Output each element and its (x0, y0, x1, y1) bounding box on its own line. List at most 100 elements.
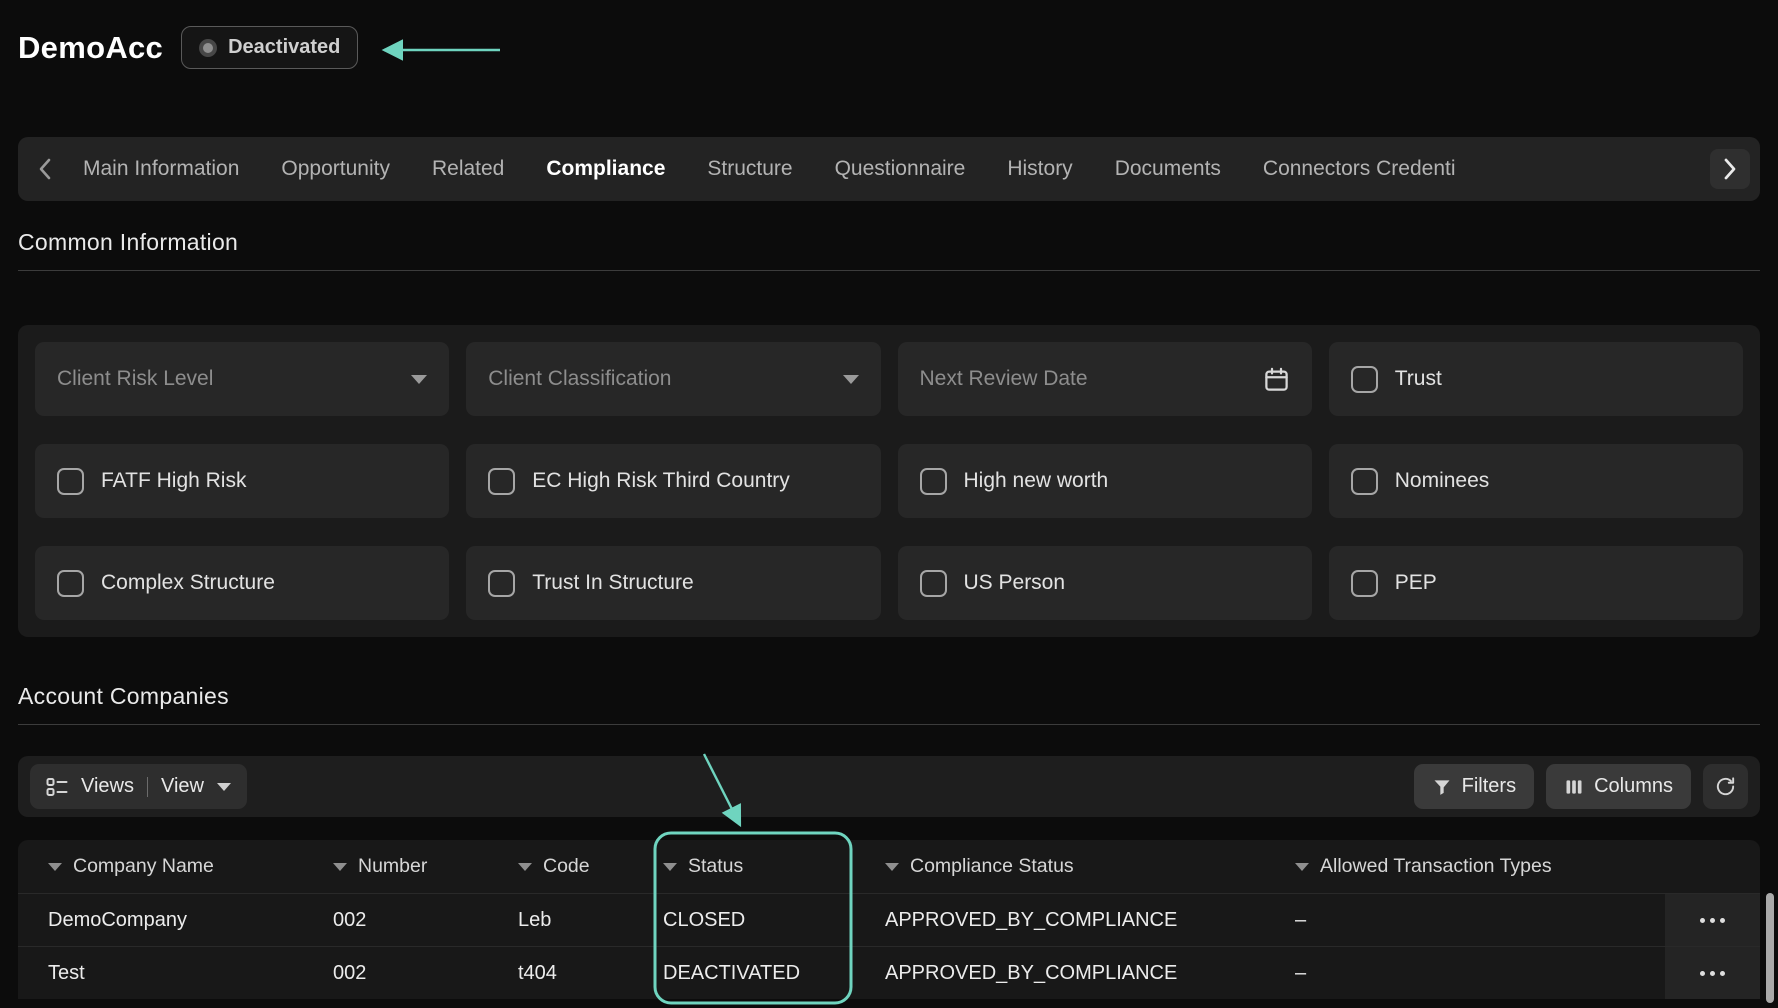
tab-related[interactable]: Related (411, 137, 525, 201)
chevron-down-icon (843, 375, 859, 384)
cell-code: t404 (518, 962, 663, 985)
toolbar-actions: Filters Columns (1414, 764, 1748, 809)
row-actions-menu-button[interactable] (1665, 894, 1760, 946)
checkbox-icon (488, 468, 515, 495)
columns-button[interactable]: Columns (1546, 764, 1691, 809)
refresh-icon (1714, 775, 1737, 798)
checkbox-icon (488, 570, 515, 597)
column-menu-icon[interactable] (518, 863, 532, 871)
fatf-high-risk-checkbox[interactable]: FATF High Risk (35, 444, 449, 518)
checkbox-icon (1351, 468, 1378, 495)
column-header-company-name: Company Name (48, 855, 333, 878)
views-label: Views (81, 775, 134, 798)
ellipsis-icon (1700, 971, 1725, 976)
section-divider (18, 724, 1760, 725)
tab-bar: Main Information Opportunity Related Com… (18, 137, 1760, 201)
nominees-checkbox[interactable]: Nominees (1329, 444, 1743, 518)
column-header-number: Number (333, 855, 518, 878)
client-risk-level-select[interactable]: Client Risk Level (35, 342, 449, 416)
next-review-date-input[interactable]: Next Review Date (898, 342, 1312, 416)
checkbox-label: Trust (1395, 367, 1442, 391)
cell-compliance-status: APPROVED_BY_COMPLIANCE (885, 909, 1295, 932)
trust-in-structure-checkbox[interactable]: Trust In Structure (466, 546, 880, 620)
account-companies-heading: Account Companies (18, 683, 1760, 710)
views-selector[interactable]: Views View (30, 764, 247, 809)
tab-main-information[interactable]: Main Information (62, 137, 260, 201)
checkbox-icon (920, 570, 947, 597)
chevron-down-icon (217, 783, 231, 791)
checkbox-label: US Person (964, 571, 1066, 595)
column-header-allowed-transaction-types: Allowed Transaction Types (1295, 855, 1665, 878)
page: DemoAcc Deactivated Main Information Opp… (0, 0, 1778, 1008)
divider (147, 777, 148, 797)
column-label: Status (688, 855, 743, 878)
cell-company-name: Test (48, 962, 333, 985)
high-new-worth-checkbox[interactable]: High new worth (898, 444, 1312, 518)
us-person-checkbox[interactable]: US Person (898, 546, 1312, 620)
filters-button-label: Filters (1462, 775, 1516, 798)
column-header-compliance-status: Compliance Status (885, 855, 1295, 878)
account-companies-table: Company Name Number Code Status Complian… (18, 840, 1760, 999)
common-information-heading: Common Information (18, 229, 1760, 256)
checkbox-label: Trust In Structure (532, 571, 693, 595)
client-classification-select[interactable]: Client Classification (466, 342, 880, 416)
select-placeholder: Client Risk Level (57, 367, 411, 391)
checkbox-label: High new worth (964, 469, 1109, 493)
tab-structure[interactable]: Structure (686, 137, 813, 201)
trust-checkbox[interactable]: Trust (1329, 342, 1743, 416)
cell-status: DEACTIVATED (663, 962, 885, 985)
tab-connectors-credentials[interactable]: Connectors Credenti (1242, 137, 1477, 201)
checkbox-icon (57, 570, 84, 597)
complex-structure-checkbox[interactable]: Complex Structure (35, 546, 449, 620)
tab-list: Main Information Opportunity Related Com… (62, 137, 1710, 201)
column-menu-icon[interactable] (48, 863, 62, 871)
tab-compliance[interactable]: Compliance (525, 137, 686, 201)
checkbox-label: Nominees (1395, 469, 1490, 493)
tab-history[interactable]: History (986, 137, 1093, 201)
column-menu-icon[interactable] (885, 863, 899, 871)
section-divider (18, 270, 1760, 271)
account-title: DemoAcc (18, 30, 163, 66)
cell-allowed-transaction-types: – (1295, 909, 1665, 932)
cell-number: 002 (333, 909, 518, 932)
table-scrollbar[interactable] (1766, 893, 1774, 1003)
checkbox-label: EC High Risk Third Country (532, 469, 790, 493)
filters-button[interactable]: Filters (1414, 764, 1534, 809)
tabs-scroll-right-icon[interactable] (1710, 149, 1750, 189)
table-row[interactable]: DemoCompany 002 Leb CLOSED APPROVED_BY_C… (18, 893, 1760, 946)
refresh-button[interactable] (1703, 764, 1748, 809)
tabs-scroll-left-icon[interactable] (28, 149, 62, 189)
ellipsis-icon (1700, 918, 1725, 923)
common-information-panel: Client Risk Level Client Classification … (18, 325, 1760, 637)
column-menu-icon[interactable] (663, 863, 677, 871)
ec-high-risk-third-country-checkbox[interactable]: EC High Risk Third Country (466, 444, 880, 518)
chevron-down-icon (411, 375, 427, 384)
tab-documents[interactable]: Documents (1094, 137, 1242, 201)
checkbox-label: PEP (1395, 571, 1437, 595)
checkbox-icon (1351, 366, 1378, 393)
column-menu-icon[interactable] (1295, 863, 1309, 871)
checkbox-label: FATF High Risk (101, 469, 246, 493)
status-badge-label: Deactivated (228, 36, 340, 59)
row-actions-menu-button[interactable] (1665, 947, 1760, 999)
pep-checkbox[interactable]: PEP (1329, 546, 1743, 620)
column-menu-icon[interactable] (333, 863, 347, 871)
date-placeholder: Next Review Date (920, 367, 1263, 391)
account-status-badge[interactable]: Deactivated (181, 26, 358, 69)
account-header: DemoAcc Deactivated (18, 0, 1760, 69)
table-row[interactable]: Test 002 t404 DEACTIVATED APPROVED_BY_CO… (18, 946, 1760, 999)
calendar-icon (1263, 366, 1290, 393)
checkbox-icon (1351, 570, 1378, 597)
tab-questionnaire[interactable]: Questionnaire (814, 137, 987, 201)
table-toolbar: Views View Filters Columns (18, 756, 1760, 817)
checkbox-icon (57, 468, 84, 495)
cell-code: Leb (518, 909, 663, 932)
column-header-code: Code (518, 855, 663, 878)
column-label: Allowed Transaction Types (1320, 855, 1552, 878)
column-label: Code (543, 855, 590, 878)
checkbox-icon (920, 468, 947, 495)
cell-number: 002 (333, 962, 518, 985)
cell-company-name: DemoCompany (48, 909, 333, 932)
tab-opportunity[interactable]: Opportunity (260, 137, 411, 201)
table-header-row: Company Name Number Code Status Complian… (18, 840, 1760, 893)
